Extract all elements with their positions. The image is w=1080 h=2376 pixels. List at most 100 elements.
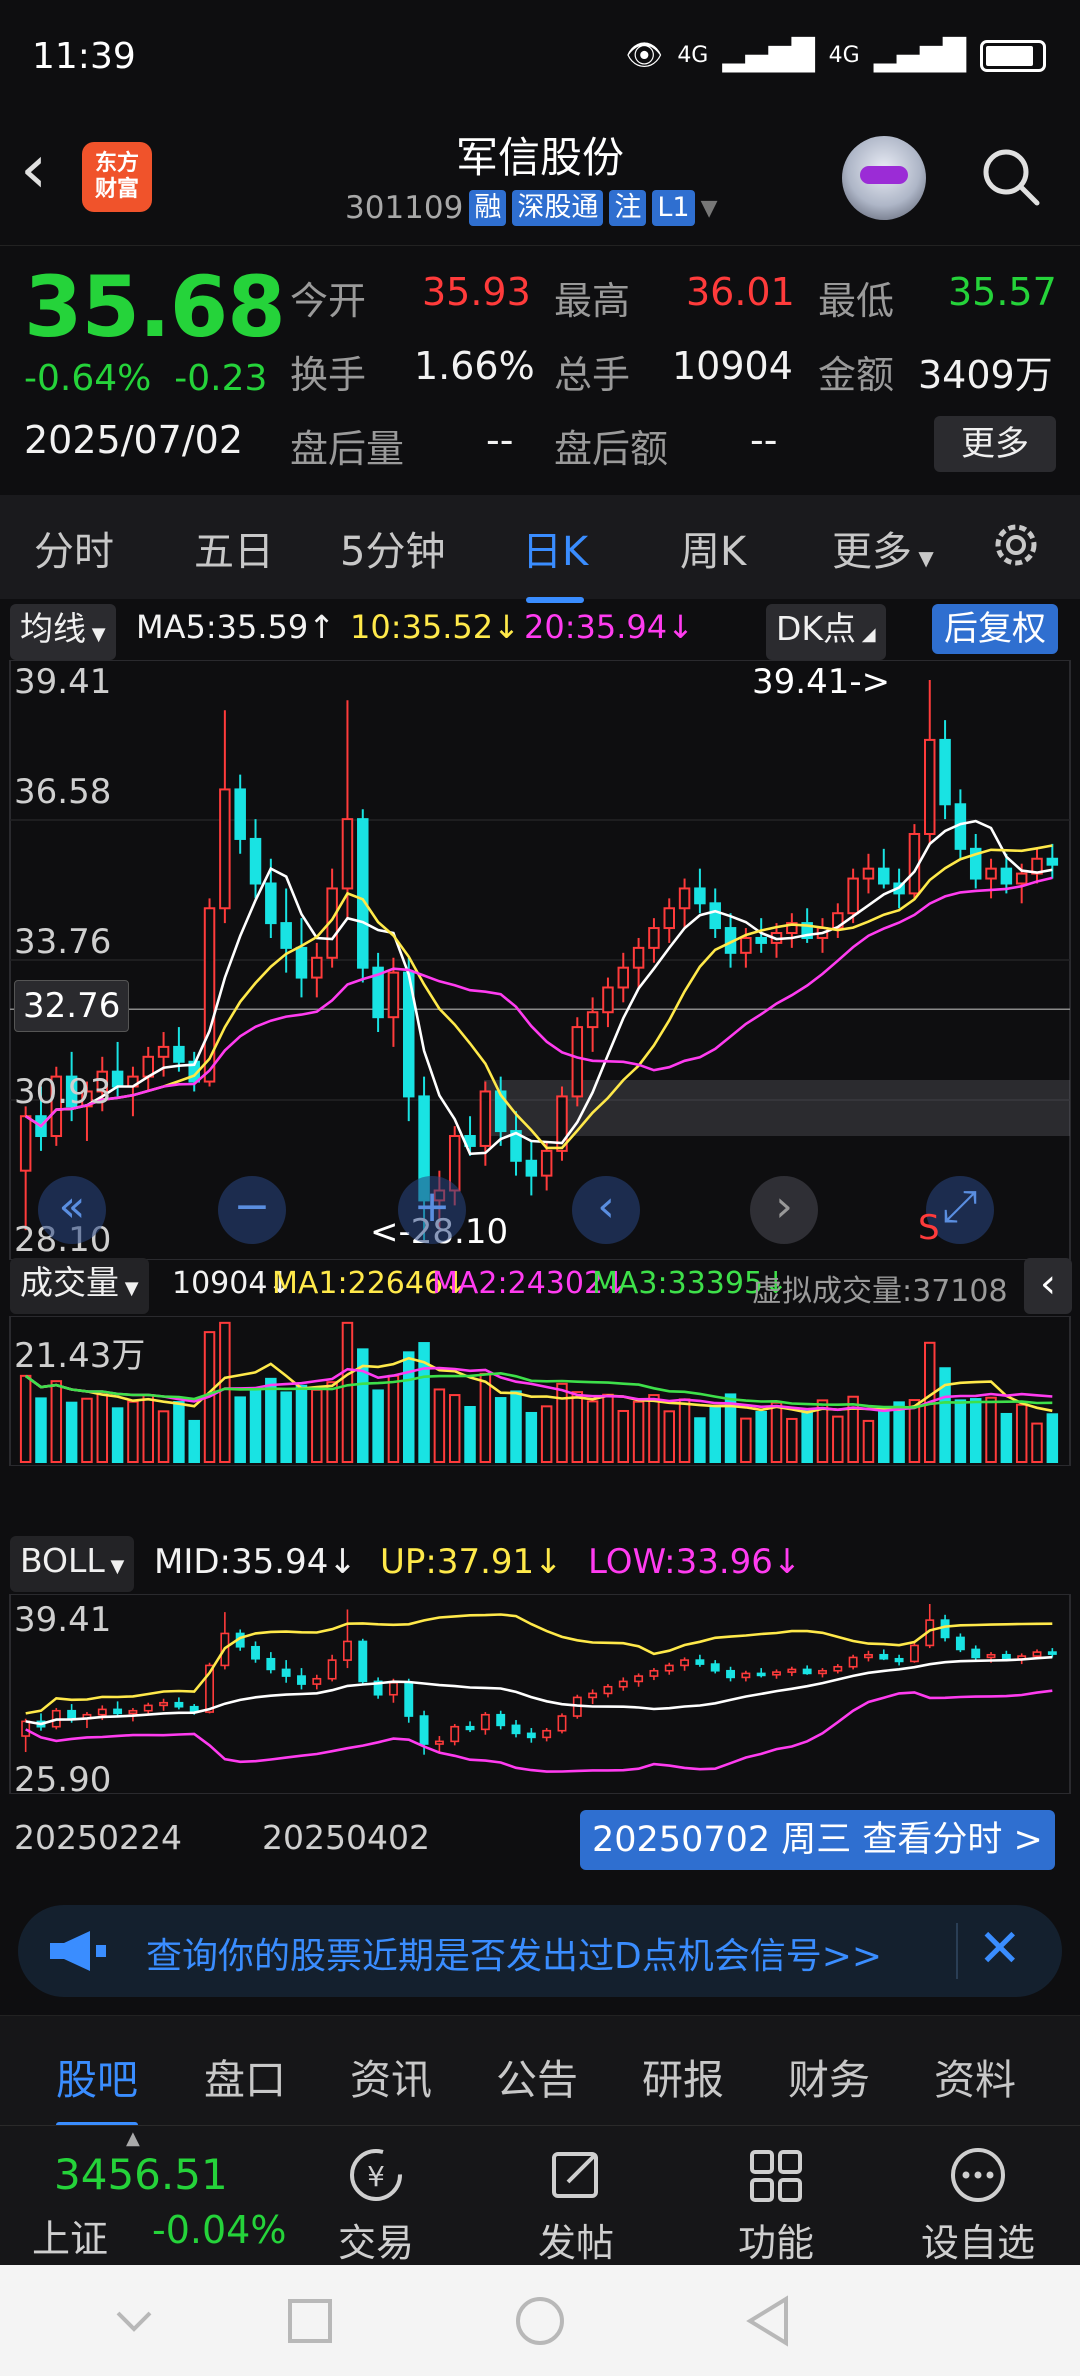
home-circle-icon[interactable] <box>514 2295 566 2347</box>
more-dots-icon <box>951 2148 1005 2202</box>
dropdown-triangle-icon: ▼ <box>912 546 934 570</box>
boll-candle-body <box>955 1636 965 1651</box>
volume-bar <box>939 1367 951 1464</box>
boll-candle-body <box>128 1709 138 1715</box>
status-icons: 👁 4G ▂▄▆█ 4G ▂▄▆█ <box>625 38 1046 73</box>
amount-label: 金额 <box>818 353 895 397</box>
ma-selector[interactable]: 均线 ▼ <box>10 604 116 660</box>
volume-bar <box>173 1401 185 1463</box>
candle-body <box>479 1090 492 1147</box>
functions-button[interactable]: 功能 <box>706 2144 846 2267</box>
scroll-left-fast-icon[interactable]: « <box>38 1176 106 1244</box>
volume-bar <box>540 1405 553 1464</box>
tab-financials[interactable]: 财务 <box>788 2046 870 2106</box>
tab-profile[interactable]: 资料 <box>934 2046 1016 2106</box>
candle-body <box>540 1149 553 1177</box>
zoom-out-icon[interactable]: − <box>218 1176 286 1244</box>
stock-code-row[interactable]: 301109 融 深股通 注 L1 ▼ <box>345 190 718 226</box>
add-watchlist-button[interactable]: 设自选 <box>908 2144 1048 2267</box>
zoom-in-icon[interactable]: + <box>398 1176 466 1244</box>
volume-bar <box>954 1399 967 1463</box>
index-change: -0.04% <box>152 2208 287 2252</box>
tab-daily-k[interactable]: 日K <box>522 519 588 603</box>
dpoint-notice-banner[interactable]: 查询你的股票近期是否发出过D点机会信号>> ✕ <box>18 1905 1062 1997</box>
recents-square-icon[interactable] <box>286 2297 334 2345</box>
dropdown-triangle-icon: ▼ <box>119 1278 139 1299</box>
battery-icon <box>980 39 1046 72</box>
max-price-marker: 39.41-> <box>752 662 891 702</box>
price-axis-label: 39.41 <box>14 662 112 702</box>
boll-candle-body <box>772 1671 781 1676</box>
boll-candle-body <box>480 1713 490 1731</box>
tab-intraday[interactable]: 分时 <box>34 519 114 577</box>
tab-more-periods[interactable]: 更多 ▼ <box>832 519 934 577</box>
boll-axis-top-label: 39.41 <box>14 1600 112 1640</box>
index-name: 上证 <box>32 2217 109 2261</box>
candle-body <box>648 927 660 949</box>
volume-bar <box>678 1398 691 1463</box>
boll-candle-body <box>787 1668 797 1673</box>
period-tabs: 分时 五日 5分钟 日K 周K 更多 ▼ <box>0 495 1080 603</box>
amount-value: 3409万 <box>918 353 1053 397</box>
tab-announcements[interactable]: 公告 <box>496 2046 578 2106</box>
tab-research[interactable]: 研报 <box>642 2046 724 2106</box>
kline-chart-area[interactable]: 均线 ▼ MA5:35.59↑ 10:35.52↓ 20:35.94↓ DK点 … <box>0 600 1080 1890</box>
robot-assistant-icon[interactable] <box>842 136 926 220</box>
boll-indicator-selector[interactable]: BOLL ▼ <box>10 1536 135 1592</box>
volume-bar <box>19 1374 32 1463</box>
volume-bar <box>1031 1422 1043 1463</box>
boll-candle-body <box>496 1713 506 1727</box>
dropdown-triangle-icon: ▼ <box>104 1556 125 1577</box>
volume-axis-label: 21.43万 <box>14 1336 146 1376</box>
volume-bar <box>648 1394 660 1463</box>
volume-bar <box>632 1400 645 1463</box>
boll-axis-bottom-label: 25.90 <box>14 1760 112 1800</box>
change-amount: -0.23 <box>174 358 268 399</box>
more-quote-button[interactable]: 更多 <box>934 416 1056 472</box>
tab-guba[interactable]: 股吧 <box>56 2046 138 2128</box>
index-value[interactable]: 3456.51 <box>54 2150 228 2199</box>
close-icon[interactable]: ✕ <box>978 1919 1022 1979</box>
signal-1-label: 4G <box>677 43 709 68</box>
tab-five-day[interactable]: 五日 <box>194 519 274 577</box>
boll-candle-body <box>251 1645 260 1660</box>
dk-point-selector[interactable]: DK点 ◢ <box>766 604 886 660</box>
scroll-left-icon[interactable]: ‹ <box>572 1176 640 1244</box>
volume-bar <box>862 1419 875 1463</box>
boll-chart[interactable] <box>0 1594 1080 1794</box>
tab-weekly-k[interactable]: 周K <box>680 519 746 577</box>
back-triangle-icon[interactable] <box>744 2295 792 2347</box>
candle-body <box>387 971 400 1019</box>
yuan-circle-icon: ¥ <box>350 2149 402 2201</box>
x-axis-date-label: 20250402 <box>262 1818 430 1857</box>
stock-code: 301109 <box>345 190 464 226</box>
collapse-chevron-icon[interactable]: ‹ <box>1024 1258 1072 1314</box>
view-intraday-button[interactable]: 20250702 周三 查看分时 > <box>580 1810 1055 1870</box>
volume-indicator-selector[interactable]: 成交量 ▼ <box>10 1258 149 1314</box>
tab-pankou[interactable]: 盘口 <box>204 2046 286 2106</box>
boll-candle-body <box>802 1668 812 1675</box>
trade-button[interactable]: ¥ 交易 <box>306 2144 446 2267</box>
volume-bar <box>801 1408 813 1463</box>
open-value: 35.93 <box>422 270 531 314</box>
post-button[interactable]: 发帖 <box>506 2144 646 2267</box>
stock-header: ‹ 东方 财富 军信股份 301109 融 深股通 注 L1 ▼ <box>0 120 1080 245</box>
scroll-right-icon[interactable]: › <box>750 1176 818 1244</box>
volume-bar <box>311 1388 323 1463</box>
boll-candle-body <box>159 1701 169 1707</box>
volume-value: 10904 <box>672 344 793 388</box>
volume-bar <box>234 1396 246 1463</box>
volume-chart[interactable] <box>0 1316 1080 1466</box>
volume-bar <box>969 1398 982 1463</box>
expand-caret-icon[interactable]: ▲ <box>126 2128 140 2149</box>
boll-candle-body <box>450 1725 460 1743</box>
candlestick-chart[interactable] <box>0 660 1080 1260</box>
candle-body <box>586 1011 599 1029</box>
tab-news[interactable]: 资讯 <box>350 2046 432 2106</box>
chevron-down-icon[interactable] <box>112 2299 156 2343</box>
tab-5min[interactable]: 5分钟 <box>340 519 445 577</box>
gear-icon[interactable] <box>988 517 1044 573</box>
dropdown-triangle-icon: ◢ <box>856 624 876 645</box>
adjust-mode-button[interactable]: 后复权 <box>932 604 1058 654</box>
search-icon[interactable] <box>980 146 1042 208</box>
